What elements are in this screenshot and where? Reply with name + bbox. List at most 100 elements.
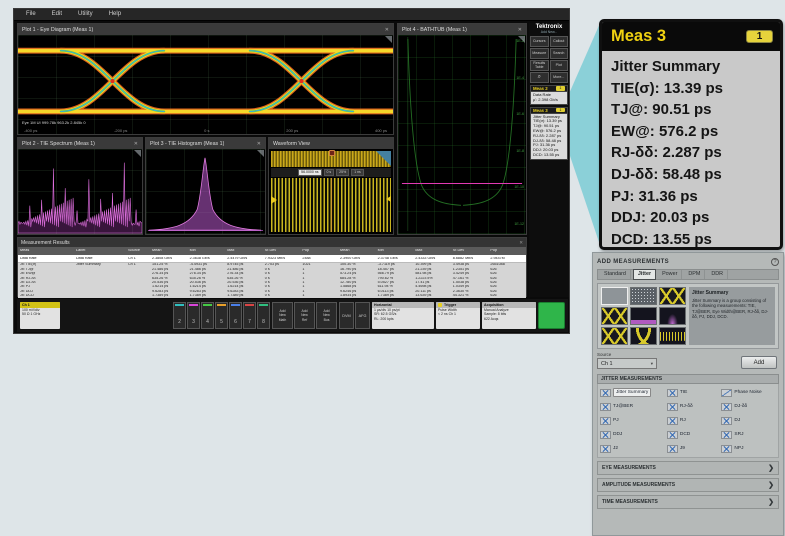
sidebar-measure-button[interactable]: Measure xyxy=(530,48,549,59)
channel-3-button[interactable]: 3 xyxy=(187,302,200,329)
channel-buttons: 2345678 xyxy=(173,302,270,329)
thumbnail-eyeX[interactable] xyxy=(601,307,628,325)
run-stop-button[interactable] xyxy=(538,302,565,329)
measurement-pj[interactable]: PJ xyxy=(600,415,667,426)
thumbnail-eyeX[interactable] xyxy=(659,287,686,305)
tektronix-logo: Tektronix xyxy=(529,23,569,30)
thumbnail-scatter[interactable] xyxy=(630,287,657,305)
meas-readout-line: DCD: 13.55 ps xyxy=(533,153,565,158)
measurement-srj[interactable]: SRJ xyxy=(721,429,776,440)
add-new-bus-button[interactable]: AddNewBus xyxy=(316,302,337,329)
meas3-badge[interactable]: Meas 31 Jitter SummaryTIE(σ): 13.39 psTJ… xyxy=(530,107,568,160)
thumbnail-hist[interactable] xyxy=(659,307,686,325)
channel-4-button[interactable]: 4 xyxy=(201,302,214,329)
measurement-label: DDJ xyxy=(613,432,622,437)
meas2-badge[interactable]: Meas 21 Data Rateµ': 2.398 Gb/s xyxy=(530,85,568,105)
tab-dpm[interactable]: DPM xyxy=(684,270,705,279)
resize-handle-icon[interactable] xyxy=(257,150,264,157)
measurement-phase-noise[interactable]: Phase Noise xyxy=(721,387,776,398)
measurement-j2[interactable]: J2 xyxy=(600,443,667,454)
sidebar-cursors-button[interactable]: Cursors xyxy=(530,36,549,47)
eye-crossing-icon xyxy=(667,403,678,411)
sidebar-plot-button[interactable]: Plot xyxy=(550,60,569,71)
zoom-marker[interactable] xyxy=(329,150,335,156)
thumbnail-sel[interactable] xyxy=(601,287,628,305)
resize-handle-icon[interactable] xyxy=(518,36,525,43)
menu-edit[interactable]: Edit xyxy=(46,9,68,20)
add-button[interactable]: Add xyxy=(741,356,777,369)
results-column-header: Mean xyxy=(150,249,188,253)
plot-eye-diagram[interactable]: Plot 1 - Eye Diagram (Meas 1) ✕ xyxy=(17,23,394,135)
plot-bathtub[interactable]: Plot 4 - BATHTUB (Meas 1) ✕ 1E-21E-41E-6… xyxy=(397,23,527,235)
measurement-rj[interactable]: RJ-δδ xyxy=(667,401,722,412)
sidebar-callout-button[interactable]: Callout xyxy=(550,36,569,47)
measurement-results-panel[interactable]: Measurement Results ✕ MeasLabelSourceMea… xyxy=(17,237,527,297)
section-eye-measurements[interactable]: EYE MEASUREMENTS❯ xyxy=(597,461,779,475)
trigger-slope-icon xyxy=(438,303,442,307)
measurement-tj-ber[interactable]: TJ@BER xyxy=(600,401,667,412)
close-icon[interactable]: ✕ xyxy=(519,240,523,246)
plot-tie-histogram[interactable]: Plot 3 - TIE Histogram (Meas 1) ✕ xyxy=(145,137,266,235)
trigger-badge[interactable]: TriggerPulse Width< 2 ns Ch 1 xyxy=(436,302,480,329)
jitter-measurements-grid: Jitter SummaryTIEPhase NoiseTJ@BERRJ-δδD… xyxy=(597,384,779,458)
waveform-view[interactable]: Waveform View 56.0000 ns0 s25%1 ns xyxy=(268,137,394,235)
menu-file[interactable]: File xyxy=(20,9,42,20)
meas3-readouts: Jitter SummaryTIE(σ): 13.39 psTJ@: 90.51… xyxy=(530,114,568,160)
tab-power[interactable]: Power xyxy=(658,270,682,279)
resize-handle-icon[interactable] xyxy=(385,36,392,43)
channel-8-button[interactable]: 8 xyxy=(257,302,270,329)
measurement-dj[interactable]: DJ-δδ xyxy=(721,401,776,412)
channel-7-button[interactable]: 7 xyxy=(243,302,256,329)
tab-standard[interactable]: Standard xyxy=(600,270,631,279)
afg-button[interactable]: AFG xyxy=(355,302,370,329)
callout-readout-line: DDJ: 20.03 ps xyxy=(611,207,771,229)
channel-2-button[interactable]: 2 xyxy=(173,302,186,329)
horizontal-badge[interactable]: Horizontal1 µs/div 10 ps/ptSR: 62.5 GS/s… xyxy=(372,302,434,329)
sidebar-search-button[interactable]: Search xyxy=(550,48,569,59)
plot-tie-spectrum[interactable]: Plot 2 - TIE Spectrum (Meas 1) ✕ xyxy=(17,137,143,235)
sidebar-more-button[interactable]: More... xyxy=(550,72,569,83)
measurement-dj[interactable]: DJ xyxy=(721,415,776,426)
thumbnail-spect[interactable] xyxy=(630,307,657,325)
page: File Edit Utility Help Plot 1 - Eye Diagram… xyxy=(0,0,785,536)
close-icon[interactable]: ✕ xyxy=(518,27,522,33)
resize-handle-icon[interactable] xyxy=(134,150,141,157)
add-new-math-button[interactable]: AddNewMath xyxy=(272,302,293,329)
measurement-npj[interactable]: NPJ xyxy=(721,443,776,454)
thumbnail-eyeX[interactable] xyxy=(601,327,628,345)
sidebar-zoom-button[interactable]: ⌕ xyxy=(530,72,549,83)
channel-6-button[interactable]: 6 xyxy=(229,302,242,329)
plot-title: Plot 2 - TIE Spectrum (Meas 1) xyxy=(22,141,95,147)
close-icon[interactable]: ✕ xyxy=(385,27,389,33)
measurement-dcd[interactable]: DCD xyxy=(667,429,722,440)
close-icon[interactable]: ✕ xyxy=(257,141,261,147)
measurement-j9[interactable]: J9 xyxy=(667,443,722,454)
channel-1-badge[interactable]: Ch 1 100 mV/div50 Ω 1 GHz xyxy=(20,302,60,329)
measurement-ddj[interactable]: DDJ xyxy=(600,429,667,440)
section-time-measurements[interactable]: TIME MEASUREMENTS❯ xyxy=(597,495,779,509)
tab-jitter[interactable]: Jitter xyxy=(633,269,656,280)
acquisition-badge[interactable]: AcquisitionManual AnalyzeSample: 8 bits6… xyxy=(482,302,536,329)
add-new-label[interactable]: Add New... xyxy=(529,30,569,34)
help-icon[interactable]: ? xyxy=(771,258,779,266)
source-select[interactable]: Ch 1 ▾ xyxy=(597,358,657,369)
tab-ddr[interactable]: DDR xyxy=(707,270,728,279)
thumbnail-wave[interactable] xyxy=(659,327,686,345)
close-icon[interactable]: ✕ xyxy=(134,141,138,147)
eye-x-tick: 200 ps xyxy=(286,128,298,133)
section-amplitude-measurements[interactable]: AMPLITUDE MEASUREMENTS❯ xyxy=(597,478,779,492)
measurement-jitter-summary[interactable]: Jitter Summary xyxy=(600,387,667,398)
measurement-rj[interactable]: RJ xyxy=(667,415,722,426)
add-new-ref-button[interactable]: AddNewRef xyxy=(294,302,315,329)
channel-5-button[interactable]: 5 xyxy=(215,302,228,329)
callout-readout-line: PJ: 31.36 ps xyxy=(611,186,771,208)
dvm-button[interactable]: DVM xyxy=(339,302,354,329)
thumbnail-bathtub[interactable] xyxy=(630,327,657,345)
jitter-measurements-header[interactable]: JITTER MEASUREMENTS xyxy=(597,374,779,384)
eye-crossing-icon xyxy=(721,431,732,439)
menu-help[interactable]: Help xyxy=(103,9,127,20)
sidebar-results-table-button[interactable]: Results Table xyxy=(530,60,549,71)
waveform-readout: 0 s xyxy=(324,169,335,177)
menu-utility[interactable]: Utility xyxy=(72,9,99,20)
measurement-tie[interactable]: TIE xyxy=(667,387,722,398)
